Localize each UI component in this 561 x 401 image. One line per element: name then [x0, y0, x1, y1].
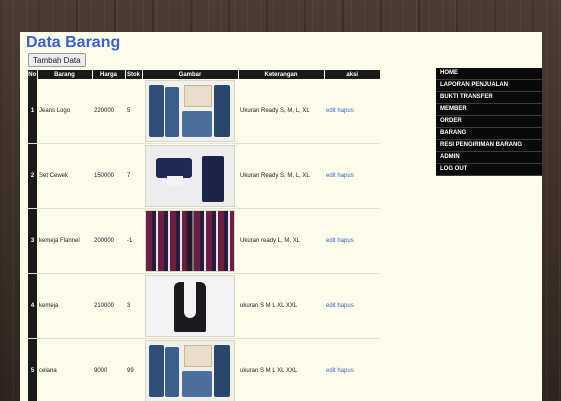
item-name: kemeja Flannel: [37, 208, 92, 274]
nav-item-items[interactable]: BARANG: [436, 128, 542, 140]
nav-item-transfer-proof[interactable]: BUKTI TRANSFER: [436, 92, 542, 104]
product-image: [145, 340, 235, 401]
item-name: kemeja: [37, 273, 92, 339]
table-row: 2 Set Cewek 150000 7 Ukuran Ready S, M, …: [28, 143, 380, 209]
edit-link[interactable]: edit: [326, 238, 336, 244]
item-actions: edit hapus: [324, 143, 380, 209]
item-stock: 99: [125, 338, 142, 401]
add-data-button[interactable]: Tambah Data: [28, 53, 86, 67]
item-actions: edit hapus: [324, 79, 380, 144]
item-stock: -1: [125, 208, 142, 274]
product-image: [145, 80, 235, 142]
header-item: Barang: [36, 70, 92, 79]
row-number: 2: [28, 143, 37, 209]
item-price: 200000: [92, 208, 125, 274]
nav-item-order[interactable]: ORDER: [436, 116, 542, 128]
nav-item-member[interactable]: MEMBER: [436, 104, 542, 116]
row-number: 3: [28, 208, 37, 274]
row-number: 5: [28, 338, 37, 401]
table-row: 4 kemeja 210000 3 ukuran S M L XL XXL ed…: [28, 273, 380, 339]
delete-link[interactable]: hapus: [337, 173, 353, 179]
nav-item-shipping-receipt[interactable]: RESI PENGIRIMAN BARANG: [436, 140, 542, 152]
item-stock: 7: [125, 143, 142, 209]
item-note: ukuran S M L XL XXL: [238, 273, 324, 339]
header-no: No: [28, 70, 37, 79]
product-image: [145, 275, 235, 337]
item-note: Ukuran Ready S, M, L, XL: [238, 143, 324, 209]
admin-nav-menu: HOME LAPORAN PENJUALAN BUKTI TRANSFER ME…: [436, 68, 542, 176]
item-actions: edit hapus: [324, 273, 380, 339]
header-price: Harga: [91, 70, 125, 79]
item-note: Ukuran Ready S, M, L, XL: [238, 79, 324, 144]
nav-item-admin[interactable]: ADMIN: [436, 152, 542, 164]
table-header-row: No Barang Harga Stok Gambar Keterangan a…: [28, 70, 380, 79]
item-name: Jeans Logo: [37, 79, 92, 144]
item-name: Set Cewek: [37, 143, 92, 209]
item-note: Ukuran ready L, M, XL: [238, 208, 324, 274]
item-actions: edit hapus: [324, 208, 380, 274]
item-price: 220000: [92, 79, 125, 144]
nav-item-sales-report[interactable]: LAPORAN PENJUALAN: [436, 80, 542, 92]
header-note: Keterangan: [237, 70, 324, 79]
content-panel: Data Barang Tambah Data No Barang Harga …: [20, 32, 542, 401]
nav-item-home[interactable]: HOME: [436, 68, 542, 80]
row-number: 1: [28, 79, 37, 144]
delete-link[interactable]: hapus: [337, 238, 353, 244]
item-stock: 5: [125, 79, 142, 144]
nav-item-logout[interactable]: LOG OUT: [436, 164, 542, 176]
page-title: Data Barang: [26, 34, 121, 51]
edit-link[interactable]: edit: [326, 368, 336, 374]
header-image: Gambar: [141, 70, 238, 79]
delete-link[interactable]: hapus: [337, 368, 353, 374]
product-table: No Barang Harga Stok Gambar Keterangan a…: [28, 70, 380, 401]
table-row: 1 Jeans Logo 220000 5 Ukuran Ready S, M,…: [28, 79, 380, 144]
product-image: [145, 145, 235, 207]
edit-link[interactable]: edit: [326, 173, 336, 179]
item-stock: 3: [125, 273, 142, 339]
item-price: 150000: [92, 143, 125, 209]
header-stock: Stok: [124, 70, 142, 79]
item-price: 210000: [92, 273, 125, 339]
table-row: 5 celana 9000 99 ukuran S M L XL XXL edi…: [28, 338, 380, 401]
product-image: [145, 210, 235, 272]
delete-link[interactable]: hapus: [337, 108, 353, 114]
header-action: aksi: [323, 70, 380, 79]
delete-link[interactable]: hapus: [337, 303, 353, 309]
edit-link[interactable]: edit: [326, 108, 336, 114]
table-row: 3 kemeja Flannel 200000 -1 Ukuran ready …: [28, 208, 380, 274]
edit-link[interactable]: edit: [326, 303, 336, 309]
item-name: celana: [37, 338, 92, 401]
item-price: 9000: [92, 338, 125, 401]
item-actions: edit hapus: [324, 338, 380, 401]
item-note: ukuran S M L XL XXL: [238, 338, 324, 401]
row-number: 4: [28, 273, 37, 339]
